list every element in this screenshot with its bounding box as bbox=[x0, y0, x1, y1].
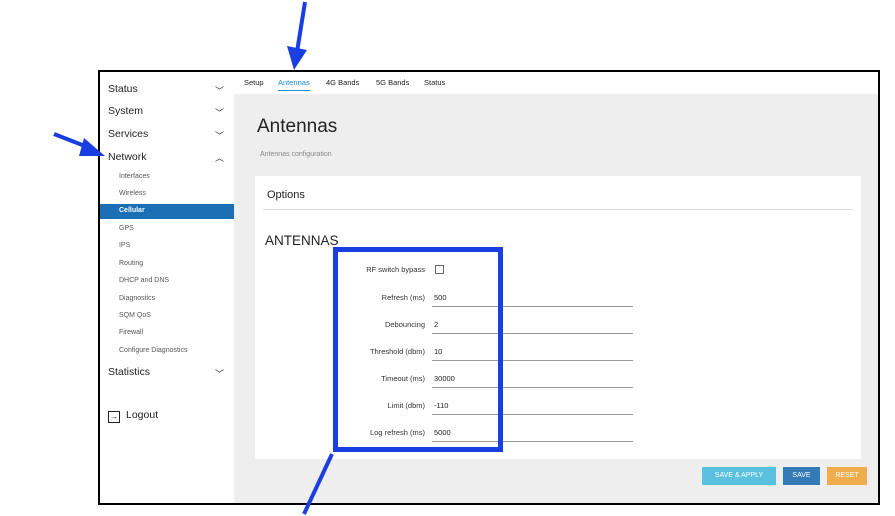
save-apply-button[interactable]: SAVE & APPLY bbox=[702, 467, 776, 485]
tab-bar: Setup Antennas 4G Bands 5G Bands Status bbox=[234, 72, 878, 94]
sidebar-item-system[interactable]: System bbox=[108, 105, 143, 117]
main-content: Setup Antennas 4G Bands 5G Bands Status … bbox=[234, 72, 878, 503]
page-subtitle: Antennas configuration bbox=[260, 151, 332, 158]
chevron-down-icon[interactable]: ﹀ bbox=[215, 367, 224, 380]
sidebar-item-cellular[interactable]: Cellular bbox=[100, 204, 234, 219]
annotation-highlight-box bbox=[333, 247, 503, 452]
sidebar-item-wireless[interactable]: Wireless bbox=[119, 190, 146, 197]
annotation-arrow-right bbox=[53, 132, 105, 156]
logout-icon: → bbox=[108, 411, 120, 423]
chevron-down-icon[interactable]: ﹀ bbox=[215, 129, 224, 142]
divider bbox=[263, 209, 853, 210]
page-title: Antennas bbox=[257, 116, 338, 137]
logout-label: Logout bbox=[126, 409, 159, 421]
tab-setup[interactable]: Setup bbox=[244, 78, 264, 87]
chevron-down-icon[interactable]: ﹀ bbox=[215, 84, 224, 97]
tab-5g-bands[interactable]: 5G Bands bbox=[376, 78, 409, 87]
sidebar-item-firewall[interactable]: Firewall bbox=[119, 329, 143, 336]
sidebar-item-ips[interactable]: IPS bbox=[119, 242, 130, 249]
sidebar-item-statistics[interactable]: Statistics bbox=[108, 366, 150, 378]
sidebar: Status ﹀ System ﹀ Services ﹀ Network ︿ I… bbox=[100, 72, 234, 503]
sidebar-item-routing[interactable]: Routing bbox=[119, 260, 143, 267]
sidebar-item-gps[interactable]: GPS bbox=[119, 225, 134, 232]
sidebar-item-services[interactable]: Services bbox=[108, 128, 148, 140]
logout-button[interactable]: → Logout bbox=[108, 409, 158, 423]
sidebar-item-configure-diagnostics[interactable]: Configure Diagnostics bbox=[119, 347, 187, 354]
sidebar-item-dhcp-dns[interactable]: DHCP and DNS bbox=[119, 277, 169, 284]
tab-status[interactable]: Status bbox=[424, 78, 445, 87]
annotation-arrow-down bbox=[287, 1, 307, 70]
chevron-up-icon[interactable]: ︿ bbox=[215, 151, 224, 164]
chevron-down-icon[interactable]: ﹀ bbox=[215, 106, 224, 119]
reset-button[interactable]: RESET bbox=[827, 467, 867, 485]
save-button[interactable]: SAVE bbox=[783, 467, 820, 485]
tab-4g-bands[interactable]: 4G Bands bbox=[326, 78, 359, 87]
sidebar-item-network[interactable]: Network bbox=[108, 151, 147, 163]
sidebar-item-label: Cellular bbox=[119, 207, 145, 214]
options-title: Options bbox=[267, 189, 305, 201]
annotation-arrow-up bbox=[302, 453, 334, 515]
sidebar-item-diagnostics[interactable]: Diagnostics bbox=[119, 295, 155, 302]
sidebar-item-status[interactable]: Status bbox=[108, 83, 138, 95]
section-title: ANTENNAS bbox=[265, 233, 339, 248]
sidebar-item-interfaces[interactable]: Interfaces bbox=[119, 173, 150, 180]
tab-antennas[interactable]: Antennas bbox=[278, 78, 310, 91]
sidebar-item-sqm-qos[interactable]: SQM QoS bbox=[119, 312, 151, 319]
